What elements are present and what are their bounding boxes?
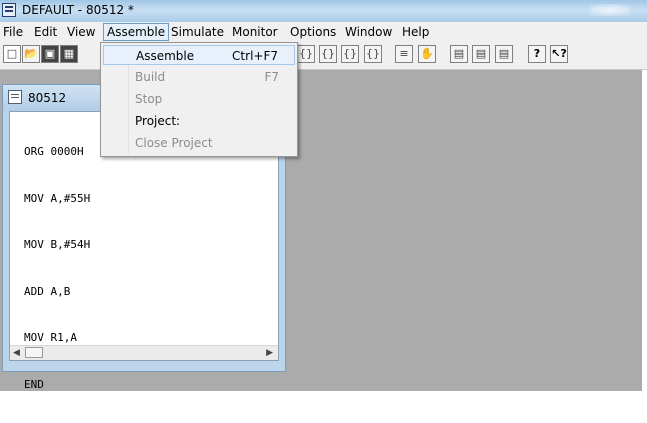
menu-assemble[interactable]: Assemble <box>103 23 170 41</box>
step-out-icon[interactable]: {} <box>341 45 359 63</box>
menu-item-build[interactable]: Build F7 <box>103 67 295 87</box>
new-file-icon[interactable]: □ <box>3 45 21 63</box>
memory-window-icon[interactable]: ▤ <box>450 45 468 63</box>
menu-item-shortcut: F7 <box>264 70 279 84</box>
code-line: END <box>24 377 44 391</box>
toolbar: □ 📂 ▣ ▦ {} {} {} {} ≡ ✋ ▤ ▤ ▤ ? ↖? <box>0 42 647 70</box>
menu-item-label: Build <box>135 70 166 84</box>
stop-hand-icon[interactable]: ✋ <box>418 45 436 63</box>
open-folder-icon[interactable]: 📂 <box>22 45 40 63</box>
scroll-thumb[interactable] <box>25 347 43 358</box>
save-all-icon[interactable]: ▦ <box>60 45 78 63</box>
menu-file[interactable]: File <box>0 24 26 40</box>
menu-bar: File Edit View Assemble Simulate Monitor… <box>0 22 647 42</box>
code-line: ORG 0000H <box>24 145 84 158</box>
document-icon[interactable] <box>8 90 22 104</box>
menu-item-label: Close Project <box>135 136 213 150</box>
code-line: MOV R1,A <box>24 331 77 344</box>
code-line: MOV B,#54H <box>24 238 91 251</box>
menu-options[interactable]: Options <box>287 24 339 40</box>
menu-item-shortcut: Ctrl+F7 <box>232 49 278 63</box>
editor-title: 80512 <box>28 91 67 105</box>
menu-window[interactable]: Window <box>342 24 395 40</box>
menu-simulate[interactable]: Simulate <box>168 24 227 40</box>
menu-view[interactable]: View <box>64 24 98 40</box>
menu-item-stop[interactable]: Stop <box>103 89 295 109</box>
code-line: ADD A,B <box>24 284 71 298</box>
workspace-edge <box>642 70 647 391</box>
horizontal-scrollbar[interactable]: ◀ ▶ <box>10 345 278 360</box>
title-bar: DEFAULT - 80512 * <box>0 0 647 22</box>
context-help-icon[interactable]: ↖? <box>550 45 568 63</box>
window-title: DEFAULT - 80512 * <box>22 3 134 17</box>
title-glow <box>590 4 630 16</box>
help-icon[interactable]: ? <box>528 45 546 63</box>
app-icon[interactable] <box>2 3 16 17</box>
menu-monitor[interactable]: Monitor <box>229 24 281 40</box>
code-text[interactable]: ORG 0000H MOV A,#55H MOV B,#54H ADD A,B … <box>24 113 90 423</box>
menu-item-label: Assemble <box>136 49 195 63</box>
assemble-dropdown-menu: Assemble Ctrl+F7 Build F7 Stop Project: … <box>100 42 298 157</box>
menu-item-assemble[interactable]: Assemble Ctrl+F7 <box>103 45 295 65</box>
watch-window-icon[interactable]: ▤ <box>495 45 513 63</box>
menu-item-label: Project: <box>135 114 181 128</box>
menu-help[interactable]: Help <box>399 24 432 40</box>
step-over-icon[interactable]: {} <box>319 45 337 63</box>
breakpoint-icon[interactable]: ≡ <box>395 45 413 63</box>
code-line: MOV A,#55H <box>24 191 91 205</box>
register-window-icon[interactable]: ▤ <box>472 45 490 63</box>
scroll-left-icon[interactable]: ◀ <box>13 348 20 358</box>
step-into-icon[interactable]: {} <box>297 45 315 63</box>
scroll-right-icon[interactable]: ▶ <box>266 348 273 358</box>
menu-item-label: Stop <box>135 92 163 106</box>
save-icon[interactable]: ▣ <box>41 45 59 63</box>
menu-item-close-project[interactable]: Close Project <box>103 133 295 153</box>
menu-item-project[interactable]: Project: <box>103 111 295 131</box>
run-to-cursor-icon[interactable]: {} <box>364 45 382 63</box>
menu-edit[interactable]: Edit <box>31 24 60 40</box>
